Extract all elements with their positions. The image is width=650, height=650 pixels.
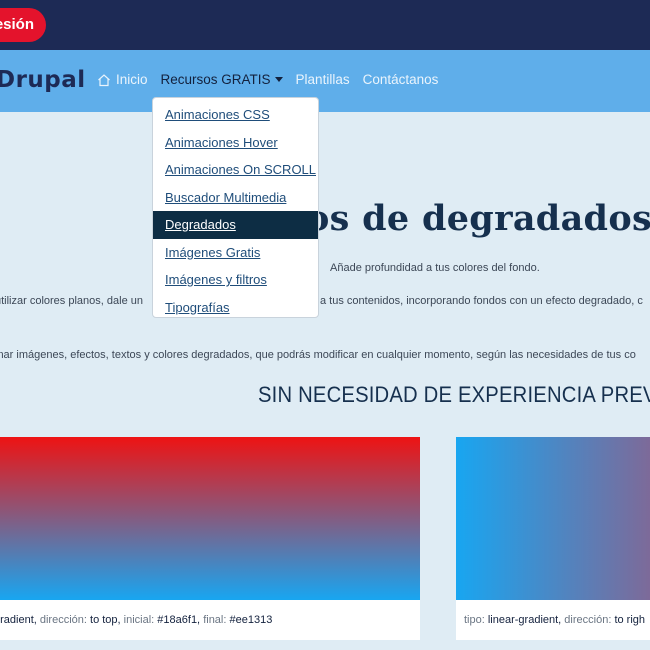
top-bar: esión [0,0,650,50]
gradient-card[interactable]: gradient, dirección: to top, inicial: #1… [0,437,420,640]
gradient-type-value: gradient, [0,614,37,626]
gradient-type-value: linear-gradient, [487,614,562,626]
type-label: tipo: [464,614,485,626]
nav-item-label: Contáctanos [362,72,439,87]
gradient-swatch[interactable] [456,437,650,600]
end-color-value: #ee1313 [229,614,273,626]
nav-item-contactanos[interactable]: Contáctanos [363,72,439,87]
home-icon [98,73,110,86]
site-logo[interactable]: Drupal [0,67,86,93]
intro-paragraph-right: a tus contenidos, incorporando fondos co… [320,295,643,307]
nav-menu: Inicio Recursos GRATIS Plantillas Contác… [97,72,451,87]
dropdown-item-degradados[interactable]: Degradados [153,211,318,239]
recursos-dropdown-menu: Animaciones CSS Animaciones Hover Animac… [152,97,319,318]
dropdown-item-animaciones-on-scroll[interactable]: Animaciones On SCROLL [153,156,318,184]
main-navbar: Drupal Inicio Recursos GRATIS Plantillas… [0,50,650,112]
nav-item-label: Inicio [116,72,148,87]
direction-value: to top, [90,614,121,626]
intro-paragraph-2: inar imágenes, efectos, textos y colores… [0,349,636,361]
nav-item-label: Recursos GRATIS [160,72,271,87]
direction-label: dirección: [564,614,612,626]
page-title: os de degradados [306,198,650,239]
gradient-swatch[interactable] [0,437,420,600]
nav-item-inicio[interactable]: Inicio [97,72,148,87]
nav-item-recursos-gratis[interactable]: Recursos GRATIS [161,72,283,87]
gradient-card[interactable]: tipo: linear-gradient, dirección: to rig… [456,437,650,640]
start-color-label: inicial: [123,614,155,626]
gradient-caption: tipo: linear-gradient, dirección: to rig… [456,600,650,640]
login-button[interactable]: esión [0,8,46,42]
gradient-caption: gradient, dirección: to top, inicial: #1… [0,600,420,640]
nav-item-label: Plantillas [295,72,350,87]
dropdown-item-animaciones-css[interactable]: Animaciones CSS [153,101,318,129]
dropdown-item-animaciones-hover[interactable]: Animaciones Hover [153,129,318,157]
end-color-label: final: [203,614,227,626]
direction-value: to righ [614,614,646,626]
intro-paragraph-left: utilizar colores planos, dale un [0,295,143,307]
nav-item-plantillas[interactable]: Plantillas [296,72,350,87]
dropdown-item-imagenes-y-filtros[interactable]: Imágenes y filtros [153,266,318,294]
dropdown-item-imagenes-gratis[interactable]: Imágenes Gratis [153,239,318,267]
section-title: SIN NECESIDAD DE EXPERIENCIA PREVIA [258,382,650,407]
caret-down-icon [274,77,283,82]
page-subtitle: Añade profundidad a tus colores del fond… [330,262,540,274]
dropdown-item-buscador-multimedia[interactable]: Buscador Multimedia [153,184,318,212]
dropdown-item-tipografias[interactable]: Tipografías [153,294,318,322]
direction-label: dirección: [39,614,87,626]
start-color-value: #18a6f1, [157,614,201,626]
